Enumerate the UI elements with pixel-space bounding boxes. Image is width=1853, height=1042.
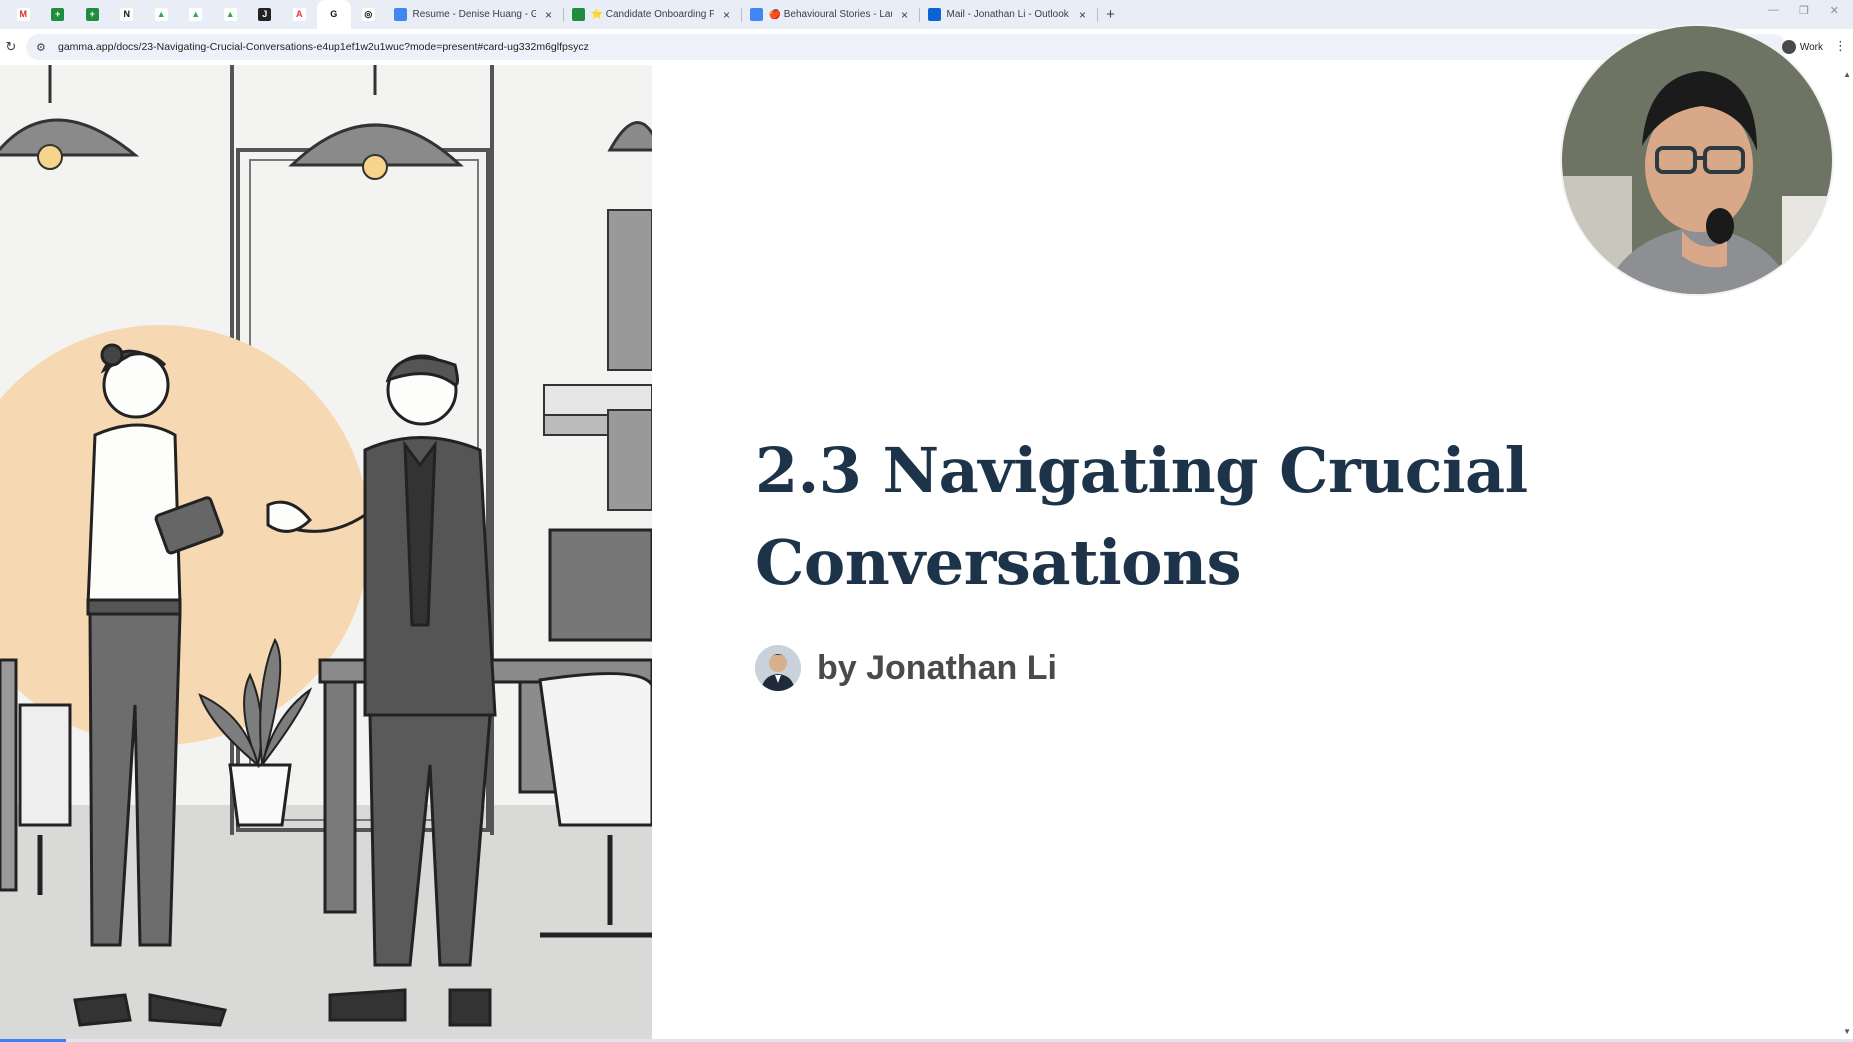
slide-title: 2.3 Navigating Crucial Conversations	[755, 425, 1655, 609]
pinned-tab[interactable]: ▲	[144, 0, 179, 29]
profile-label: Work	[1799, 41, 1823, 53]
author-byline: by Jonathan Li	[755, 645, 1057, 691]
profile-chip[interactable]: Work	[1781, 34, 1823, 60]
browser-tab[interactable]: Resume - Denise Huang - Goo ×	[386, 0, 564, 29]
pinned-tab[interactable]: G	[316, 0, 351, 29]
browser-tab[interactable]: 🍎 Behavioural Stories - Laurel ×	[742, 0, 920, 29]
sheets-icon: +	[85, 8, 99, 21]
pinned-tab[interactable]: ▲	[179, 0, 214, 29]
close-tab-icon[interactable]: ×	[720, 8, 734, 22]
acrobat-icon: A	[292, 8, 306, 21]
tab-title: ⭐ Candidate Onboarding For	[590, 9, 714, 20]
url-text[interactable]: gamma.app/docs/23-Navigating-Crucial-Con…	[58, 41, 589, 53]
slide-title-line-2: Conversations	[755, 526, 1242, 599]
presenter-webcam	[1560, 24, 1834, 296]
drive-icon: ▲	[189, 8, 203, 21]
browser-tab[interactable]: Mail - Jonathan Li - Outlook ×	[920, 0, 1098, 29]
pinned-tab[interactable]: A	[282, 0, 317, 29]
browser-tab[interactable]: ⭐ Candidate Onboarding For ×	[564, 0, 742, 29]
minimize-icon[interactable]: —	[1768, 4, 1779, 16]
gmail-icon: M	[16, 8, 30, 21]
author-name: by Jonathan Li	[817, 648, 1057, 687]
drive-icon: ▲	[154, 8, 168, 21]
pinned-tab[interactable]: M	[6, 0, 41, 29]
profile-avatar-icon	[1781, 40, 1796, 54]
sheets-icon: +	[51, 8, 65, 21]
address-bar[interactable]: ⚙ gamma.app/docs/23-Navigating-Crucial-C…	[26, 34, 1786, 60]
tab-title: 🍎 Behavioural Stories - Laurel	[768, 9, 892, 20]
pinned-tab[interactable]: ◎	[351, 0, 386, 29]
close-window-icon[interactable]: ✕	[1830, 4, 1839, 17]
author-avatar	[755, 645, 801, 691]
new-tab-button[interactable]: +	[1098, 0, 1124, 29]
pinned-tab[interactable]: J	[248, 0, 283, 29]
notion-icon: N	[120, 8, 134, 21]
docs-icon	[749, 8, 763, 21]
scroll-up-arrow-icon[interactable]: ▲	[1843, 70, 1851, 79]
restore-icon[interactable]: ❐	[1799, 4, 1809, 17]
outlook-icon	[927, 8, 941, 21]
tab-title: Resume - Denise Huang - Goo	[412, 9, 536, 20]
tab-title: Mail - Jonathan Li - Outlook	[946, 9, 1069, 20]
slide-title-line-1: 2.3 Navigating Crucial	[755, 434, 1528, 507]
pinned-tab[interactable]: +	[41, 0, 76, 29]
close-tab-icon[interactable]: ×	[542, 8, 556, 22]
close-tab-icon[interactable]: ×	[898, 8, 912, 22]
office-illustration	[0, 65, 652, 1042]
app-icon: J	[258, 8, 272, 21]
pinned-tab[interactable]: +	[75, 0, 110, 29]
gamma-icon: G	[327, 8, 341, 21]
sheets-icon	[571, 8, 585, 21]
browser-toolbar: ↻ ⚙ gamma.app/docs/23-Navigating-Crucial…	[0, 29, 1853, 65]
close-tab-icon[interactable]: ×	[1076, 8, 1090, 22]
more-menu-icon[interactable]: ⋮	[1834, 38, 1847, 54]
scroll-down-arrow-icon[interactable]: ▼	[1843, 1027, 1851, 1036]
drive-icon: ▲	[223, 8, 237, 21]
office-scene-image	[0, 65, 652, 1042]
reload-icon[interactable]: ↻	[2, 39, 20, 55]
site-info-icon[interactable]: ⚙	[36, 41, 52, 54]
pinned-tab[interactable]: ▲	[213, 0, 248, 29]
pinned-tab[interactable]: N	[110, 0, 145, 29]
docs-icon	[393, 8, 407, 21]
openai-icon: ◎	[361, 8, 375, 21]
presenter-video-image	[1562, 26, 1832, 294]
author-photo-icon	[755, 645, 801, 691]
tab-strip: M++N▲▲▲JAG◎Resume - Denise Huang - Goo×⭐…	[0, 0, 1853, 29]
